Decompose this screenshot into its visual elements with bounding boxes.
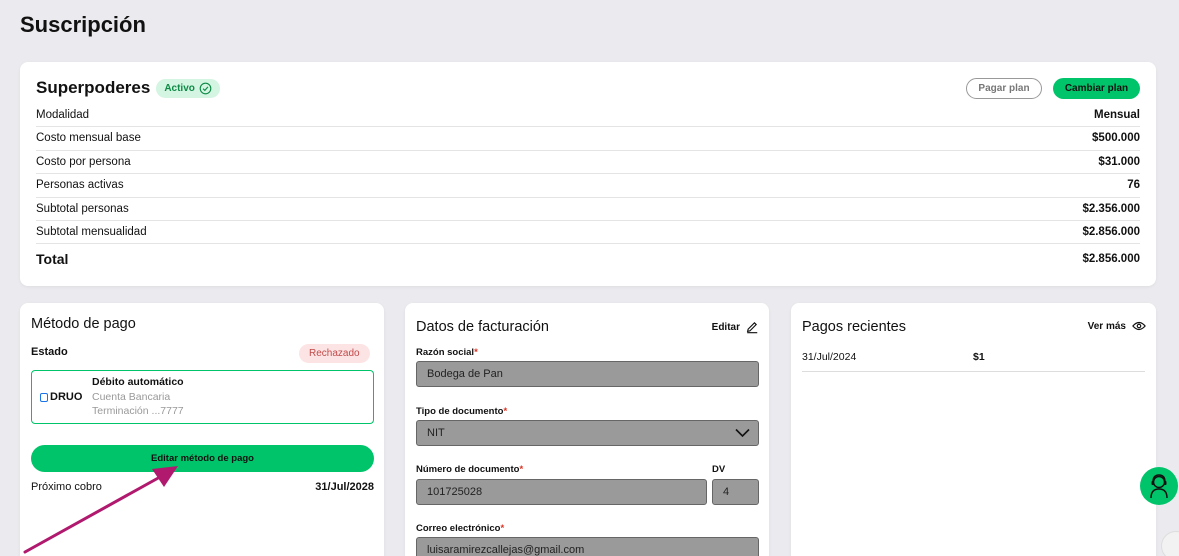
next-charge-row: Próximo cobro 31/Jul/2028: [31, 481, 374, 493]
next-charge-label: Próximo cobro: [31, 481, 102, 493]
detail-row: Subtotal mensualidad $2.856.000: [36, 221, 1140, 245]
numero-documento-input[interactable]: 101725028: [416, 479, 707, 505]
estado-label: Estado: [31, 346, 68, 358]
chevron-down-icon: [735, 428, 750, 438]
dv-input[interactable]: 4: [712, 479, 759, 505]
detail-value: 76: [1127, 179, 1140, 192]
next-charge-date: 31/Jul/2028: [315, 481, 374, 493]
payment-method-box[interactable]: DRUO Débito automático Cuenta Bancaria T…: [31, 370, 374, 424]
payment-row: 31/Jul/2024 $1: [802, 347, 1145, 372]
detail-value: $500.000: [1092, 132, 1140, 145]
subscription-details: Modalidad Mensual Costo mensual base $50…: [36, 104, 1140, 274]
eye-icon: [1132, 321, 1146, 331]
status-badge-label: Activo: [164, 82, 195, 94]
see-more-label: Ver más: [1087, 320, 1126, 332]
billing-title: Datos de facturación: [416, 319, 549, 335]
numero-documento-label: Número de documento*: [416, 464, 524, 475]
payment-method-title: Método de pago: [31, 316, 136, 332]
payment-amount: $1: [973, 351, 985, 363]
detail-label: Costo por persona: [36, 155, 131, 168]
status-badge: Activo: [156, 78, 220, 98]
razon-social-input[interactable]: Bodega de Pan: [416, 361, 759, 387]
correo-input[interactable]: luisaramirezcallejas@gmail.com: [416, 537, 759, 556]
account-type: Cuenta Bancaria: [92, 390, 171, 403]
support-agent-icon: [1150, 474, 1168, 499]
check-circle-icon: [199, 82, 212, 94]
druo-logo: DRUO: [40, 391, 82, 403]
billing-edit-button[interactable]: Editar: [712, 320, 759, 334]
tipo-documento-select[interactable]: NIT: [416, 420, 759, 446]
detail-label: Personas activas: [36, 179, 124, 192]
tipo-documento-value: NIT: [427, 427, 445, 439]
druo-logo-text: DRUO: [50, 391, 83, 403]
payment-method-card: Método de pago Estado Rechazado DRUO Déb…: [20, 303, 384, 556]
total-label: Total: [36, 251, 69, 268]
floating-widget[interactable]: [1161, 531, 1179, 556]
detail-label: Subtotal personas: [36, 202, 129, 215]
plan-name: Superpoderes: [36, 78, 151, 97]
help-chat-button[interactable]: [1140, 467, 1178, 505]
detail-row: Subtotal personas $2.356.000: [36, 198, 1140, 221]
total-row: Total $2.856.000: [36, 244, 1140, 274]
detail-value: $2.856.000: [1082, 225, 1140, 238]
payment-method-type: Débito automático: [92, 376, 184, 388]
page-title: Suscripción: [20, 12, 146, 37]
dv-label: DV: [712, 464, 726, 475]
detail-row: Personas activas 76: [36, 174, 1140, 198]
detail-label: Costo mensual base: [36, 132, 141, 145]
druo-logo-icon: [40, 392, 48, 402]
payment-method-info: Débito automático Cuenta Bancaria Termin…: [92, 375, 184, 419]
pencil-icon: [746, 321, 758, 334]
payment-status-badge: Rechazado: [299, 344, 370, 363]
recent-payments-title: Pagos recientes: [802, 319, 906, 335]
recent-payments-card: Pagos recientes Ver más 31/Jul/2024 $1: [791, 303, 1156, 556]
account-termination: Terminación ...7777: [92, 405, 184, 417]
razon-social-label: Razón social*: [416, 347, 478, 358]
billing-edit-label: Editar: [711, 321, 740, 333]
detail-row: Modalidad Mensual: [36, 104, 1140, 128]
tipo-documento-label: Tipo de documento*: [416, 406, 508, 417]
subscription-header: Superpoderes Activo: [36, 78, 220, 98]
payment-date: 31/Jul/2024: [802, 351, 857, 363]
detail-label: Modalidad: [36, 109, 90, 121]
total-value: $2.856.000: [1082, 253, 1140, 266]
detail-row: Costo por persona $31.000: [36, 151, 1140, 175]
detail-value: $2.356.000: [1082, 202, 1140, 215]
edit-payment-method-button[interactable]: Editar método de pago: [31, 445, 374, 472]
detail-row: Costo mensual base $500.000: [36, 127, 1140, 151]
change-plan-button[interactable]: Cambiar plan: [1053, 78, 1140, 99]
subscription-card: Superpoderes Activo Pagar plan Cambiar p…: [20, 62, 1156, 286]
correo-label: Correo electrónico*: [416, 523, 505, 534]
billing-card: Datos de facturación Editar Razón social…: [405, 303, 769, 556]
detail-value: $31.000: [1098, 155, 1140, 168]
detail-label: Subtotal mensualidad: [36, 225, 147, 238]
detail-value: Mensual: [1093, 109, 1140, 121]
see-more-button[interactable]: Ver más: [1088, 320, 1146, 332]
pay-plan-button[interactable]: Pagar plan: [966, 78, 1042, 99]
